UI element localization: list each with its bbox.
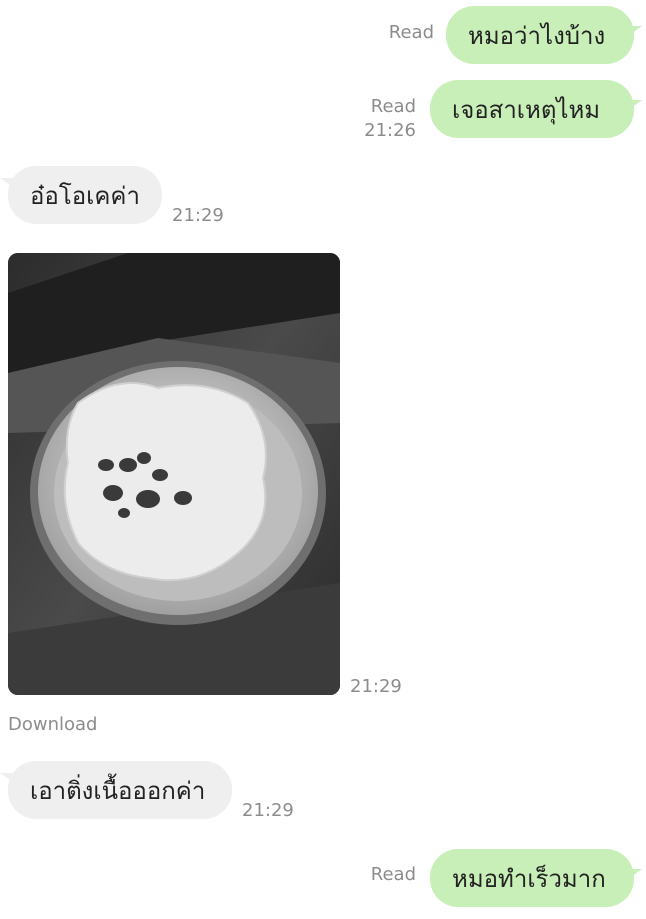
message-time: 21:26 — [364, 120, 416, 141]
download-link[interactable]: Download — [8, 714, 97, 735]
bubble-tail — [628, 869, 642, 879]
message-text: เจอสาเหตุไหม — [452, 95, 601, 124]
message-bubble-incoming[interactable]: เอาติ่งเนื้อออกค่า — [8, 761, 232, 819]
photo-of-metal-bowl-with-gauze-icon[interactable] — [8, 253, 340, 695]
message-bubble-incoming[interactable]: อ๋อโอเคค่า — [8, 166, 162, 224]
message-text: หมอว่าไงบ้าง — [468, 21, 606, 50]
read-status: Read — [388, 22, 434, 43]
message-time: 21:29 — [350, 676, 402, 697]
message-text: อ๋อโอเคค่า — [30, 181, 140, 210]
bubble-tail — [628, 100, 642, 110]
read-status: Read — [370, 96, 416, 117]
bubble-tail — [628, 26, 642, 36]
read-status: Read — [370, 864, 416, 885]
message-text: หมอทำเร็วมาก — [452, 864, 606, 893]
message-time: 21:29 — [172, 205, 224, 226]
message-time: 21:29 — [242, 800, 294, 821]
message-bubble-outgoing[interactable]: หมอทำเร็วมาก — [430, 849, 634, 907]
message-bubble-outgoing[interactable]: หมอว่าไงบ้าง — [446, 6, 634, 64]
message-text: เอาติ่งเนื้อออกค่า — [30, 776, 206, 805]
photo-image — [8, 253, 340, 695]
message-bubble-outgoing[interactable]: เจอสาเหตุไหม — [430, 80, 634, 138]
